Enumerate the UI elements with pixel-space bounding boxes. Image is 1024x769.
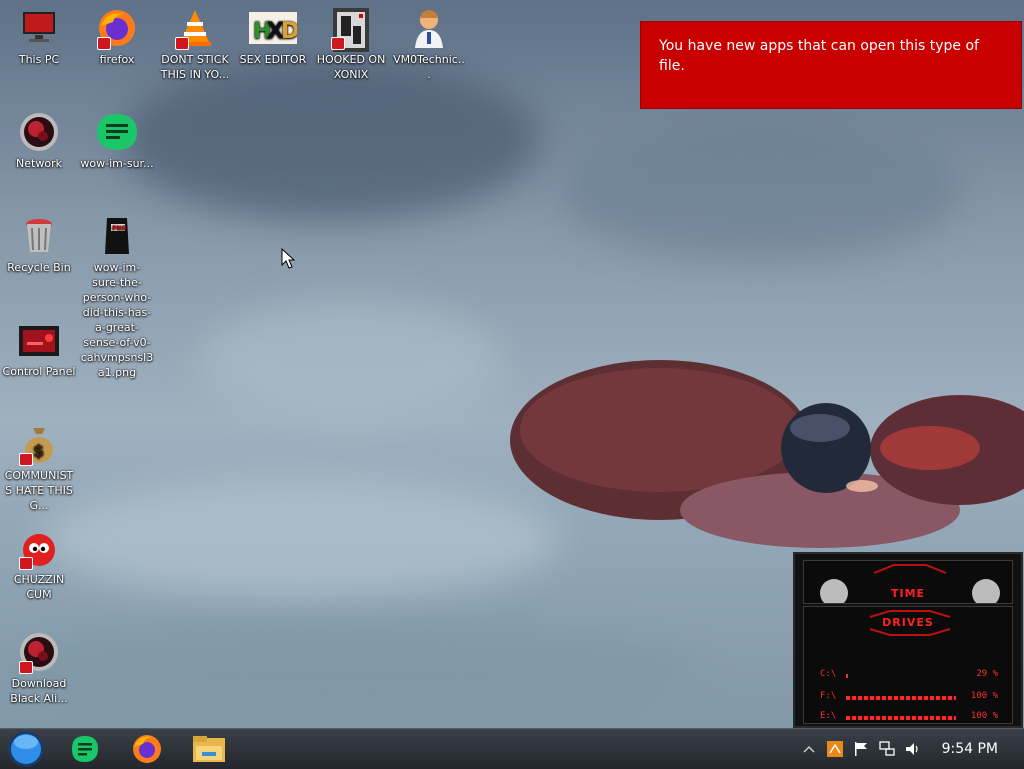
shortcut-badge [19,557,33,570]
xonix-game-icon [331,8,371,52]
drive-percent: 29 % [976,669,998,679]
drives-panel: DRIVES C:\ 29 % F:\ 100 % E:\ 100 % [803,606,1013,724]
network-icon[interactable] [876,738,898,760]
desktop-icon-vm0technic[interactable]: VM0Technic... [390,2,468,82]
flag-icon[interactable] [850,738,872,760]
alien-orb-icon [19,632,59,674]
app-tray-icon[interactable] [824,738,846,760]
desktop-icon-download-black-alien[interactable]: Download Black Ali... [0,626,78,706]
taskbar: 9:54 PM [0,728,1024,769]
desktop-icon-firefox[interactable]: firefox [78,2,156,67]
shortcut-badge [97,37,111,50]
shortcut-badge [331,37,345,50]
desktop-icon-chuzzin[interactable]: CHUZZIN CUM [0,522,78,602]
desktop-icon-communists[interactable]: $ COMMUNISTS HATE THIS G... [0,418,78,513]
drive-usage-bar [846,696,956,700]
file-explorer-icon [193,736,225,762]
doctor-person-icon [409,8,449,48]
firefox-icon [133,735,161,763]
desktop-icon-wow-txt[interactable]: wow-im-sur... [78,106,156,171]
start-button[interactable] [6,731,46,767]
system-tray: 9:54 PM [796,729,1024,769]
shortcut-badge [175,37,189,50]
drives-title: DRIVES [882,616,934,629]
desktop-icon-hxd[interactable]: HXD SEX EDITOR [234,2,312,67]
chevron-up-icon[interactable] [798,738,820,760]
drive-usage-bar [846,674,848,678]
svg-text:$: $ [33,441,44,460]
notes-app-icon [72,736,98,762]
shortcut-badge [19,453,33,466]
desktop-icon-vlc[interactable]: DONT STICK THIS IN YO... [156,2,234,82]
drive-letter: F:\ [820,691,837,701]
notification-text: You have new apps that can open this typ… [659,38,979,74]
drive-percent: 100 % [970,691,998,701]
drives-widget[interactable]: TIME DRIVES C:\ 29 % F:\ 100 % E:\ 100 % [793,552,1023,728]
recycle-bin-icon [19,216,59,256]
text-document-icon [97,112,137,152]
svg-text:PNG: PNG [112,225,126,232]
computer-icon [19,8,59,48]
drive-usage-bar [846,716,956,720]
drive-letter: E:\ [820,711,837,721]
desktop-icon-png-file[interactable]: PNG wow-im-sure-the-person-who-did-this-… [78,210,156,380]
shortcut-badge [19,661,33,674]
chuzzle-icon [19,528,59,570]
desktop-icon-control-panel[interactable]: Control Panel [0,314,78,379]
desktop-icon-this-pc[interactable]: This PC [0,2,78,67]
taskbar-notes-app[interactable] [65,733,105,765]
mouse-cursor-icon [281,247,296,274]
taskbar-firefox[interactable] [127,733,167,765]
network-orb-icon [19,112,59,152]
vlc-icon [175,8,215,50]
drive-row-f: F:\ 100 % [820,691,998,705]
taskbar-file-explorer[interactable] [189,733,229,765]
desktop-icon-network[interactable]: Network [0,106,78,171]
svg-text:D: D [281,19,297,44]
volume-icon[interactable] [902,738,924,760]
drive-percent: 100 % [970,711,998,721]
money-bag-icon: $ [19,424,59,466]
clock[interactable]: 9:54 PM [942,741,998,757]
drive-row-c: C:\ 29 % [820,669,998,683]
time-title: TIME [890,587,926,600]
start-orb-icon [8,731,44,767]
control-panel-icon [19,320,59,360]
firefox-icon [97,8,137,50]
hxd-hex-editor-icon: HXD [249,8,299,48]
desktop-icon-xonix[interactable]: HOOKED ON XONIX [312,2,390,82]
drive-letter: C:\ [820,669,837,679]
desktop-icon-recycle-bin[interactable]: Recycle Bin [0,210,78,275]
png-file-icon: PNG [97,216,137,256]
drive-row-e: E:\ 100 % [820,711,998,725]
time-panel: TIME [803,560,1013,604]
notification-toast[interactable]: You have new apps that can open this typ… [640,21,1022,109]
